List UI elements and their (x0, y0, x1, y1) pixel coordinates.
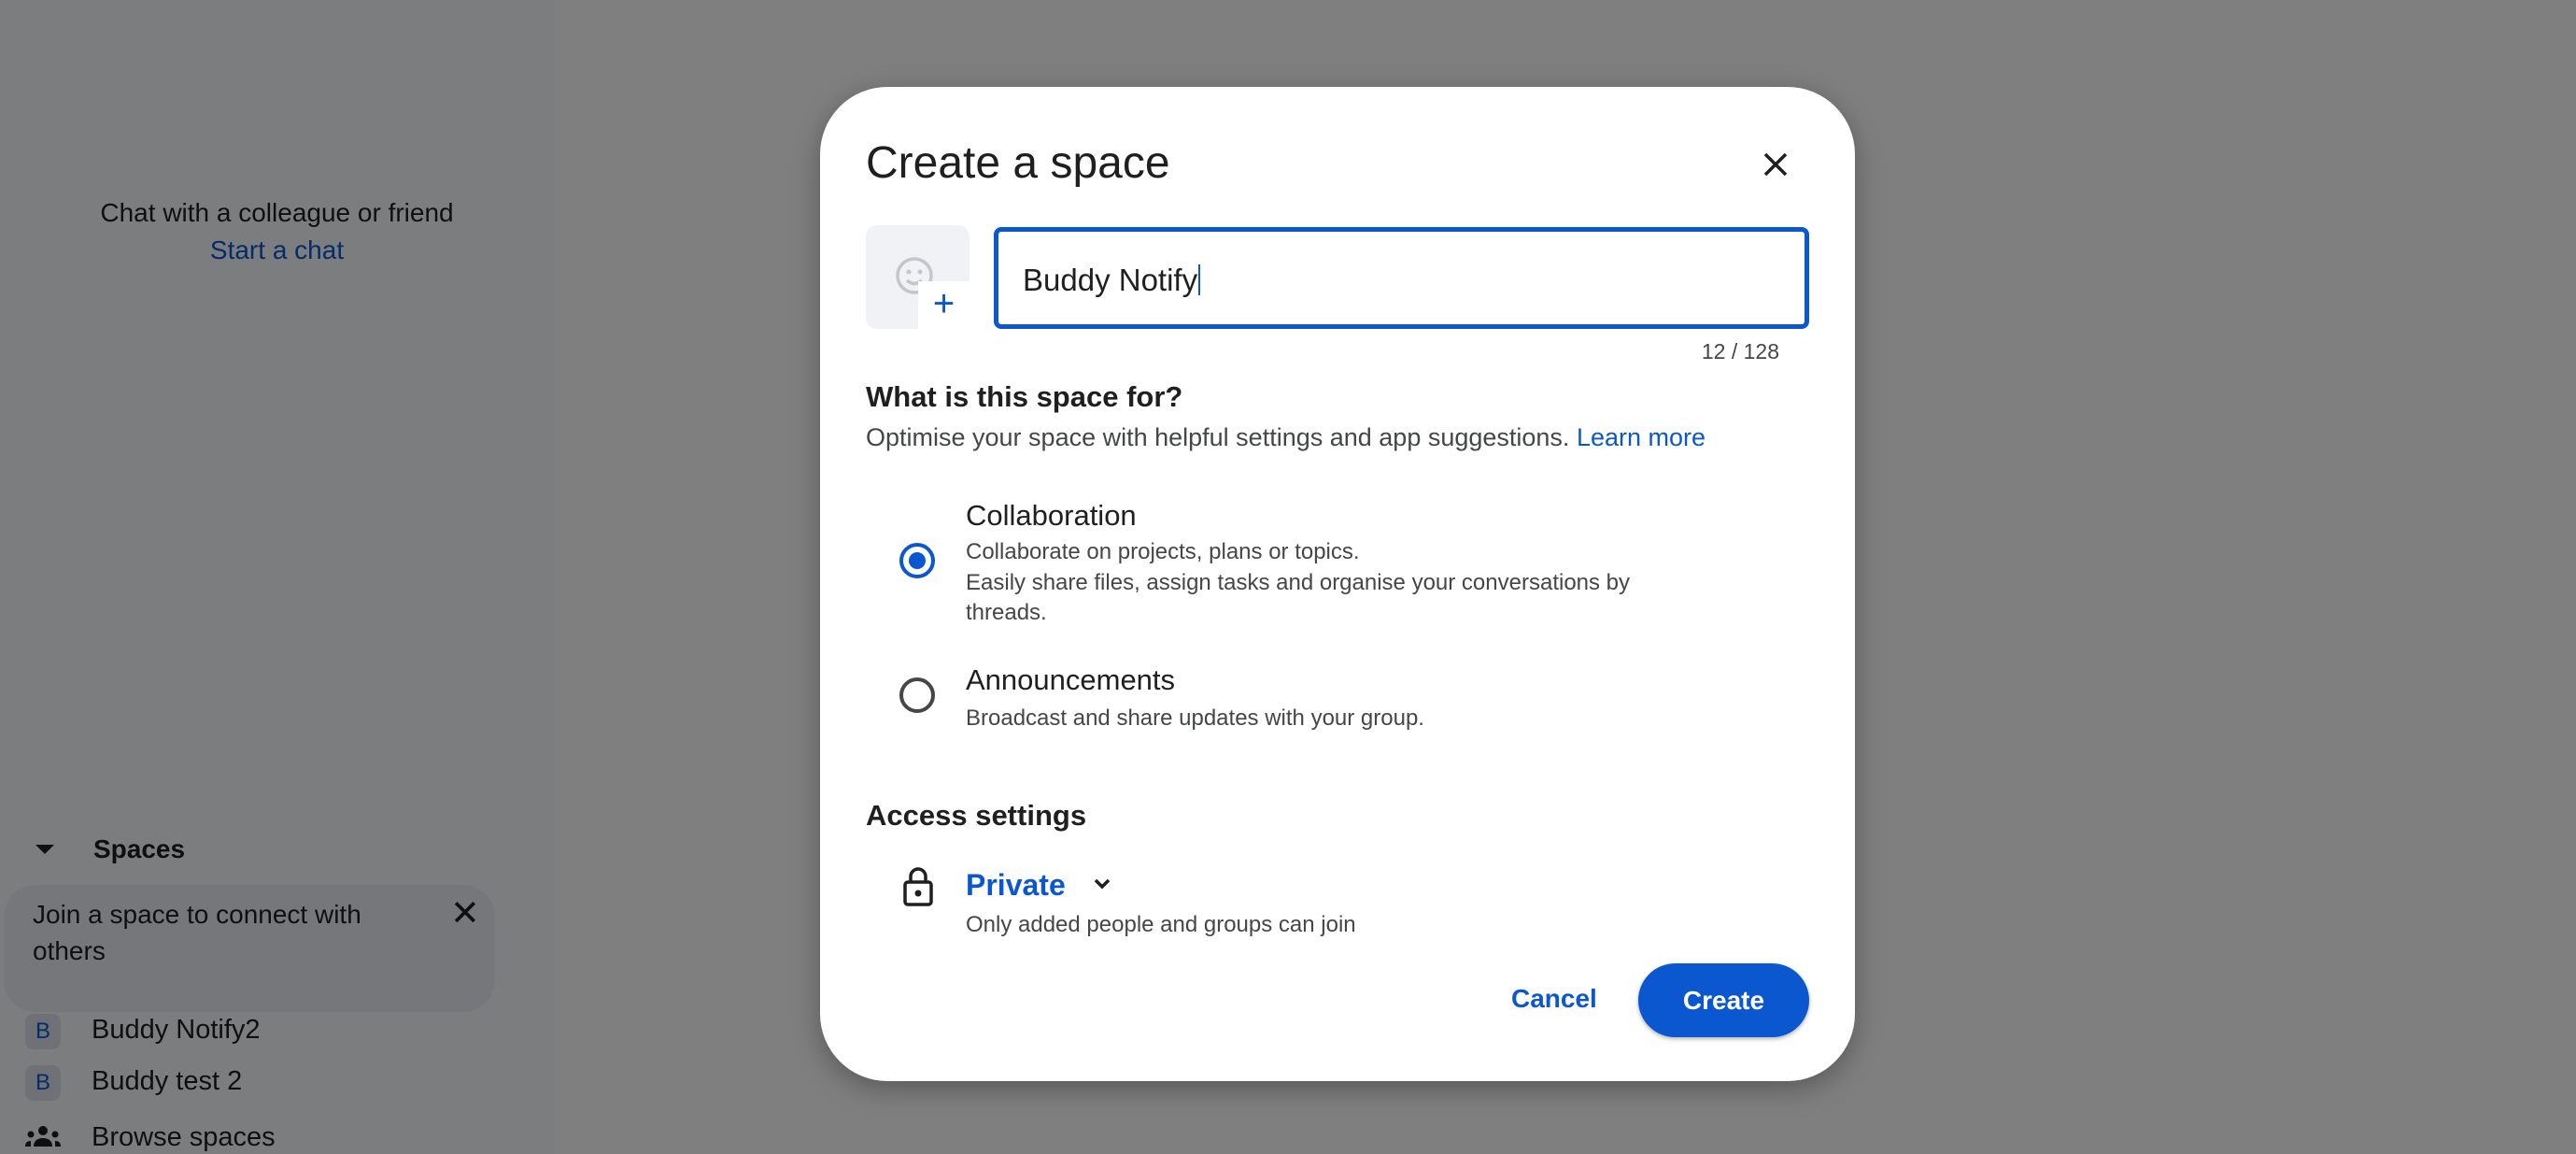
cancel-button[interactable]: Cancel (1511, 986, 1597, 1012)
option-label[interactable]: Announcements (966, 665, 1175, 694)
learn-more-link[interactable]: Learn more (1577, 423, 1706, 451)
access-desc: Only added people and groups can join (966, 912, 1356, 937)
option-label[interactable]: Collaboration (966, 501, 1137, 530)
dialog-title: Create a space (866, 138, 1170, 188)
option-desc: Easily share files, assign tasks and org… (966, 570, 1631, 595)
access-dropdown[interactable]: Private (966, 870, 1066, 900)
close-icon[interactable] (1763, 152, 1788, 177)
create-space-dialog: Create a space + Buddy Notify 12 / 128 W… (820, 87, 1855, 1081)
add-icon: + (918, 281, 970, 329)
purpose-subtitle: Optimise your space with helpful setting… (866, 423, 1570, 451)
chevron-down-icon[interactable] (1093, 877, 1111, 890)
option-desc: Broadcast and share updates with your gr… (966, 705, 1424, 731)
space-name-value: Buddy Notify (1023, 264, 1201, 295)
char-counter: 12 / 128 (1701, 339, 1779, 363)
option-desc: Collaborate on projects, plans or topics… (966, 539, 1360, 564)
radio-collaboration[interactable] (899, 543, 935, 578)
space-name-input[interactable]: Buddy Notify (994, 227, 1809, 329)
space-emoji-picker[interactable]: + (866, 225, 970, 329)
radio-announcements[interactable] (899, 677, 935, 713)
purpose-heading: What is this space for? (866, 380, 1183, 413)
lock-icon (903, 867, 933, 906)
create-button[interactable]: Create (1638, 963, 1809, 1037)
access-heading: Access settings (866, 799, 1087, 832)
option-desc: threads. (966, 600, 1047, 625)
